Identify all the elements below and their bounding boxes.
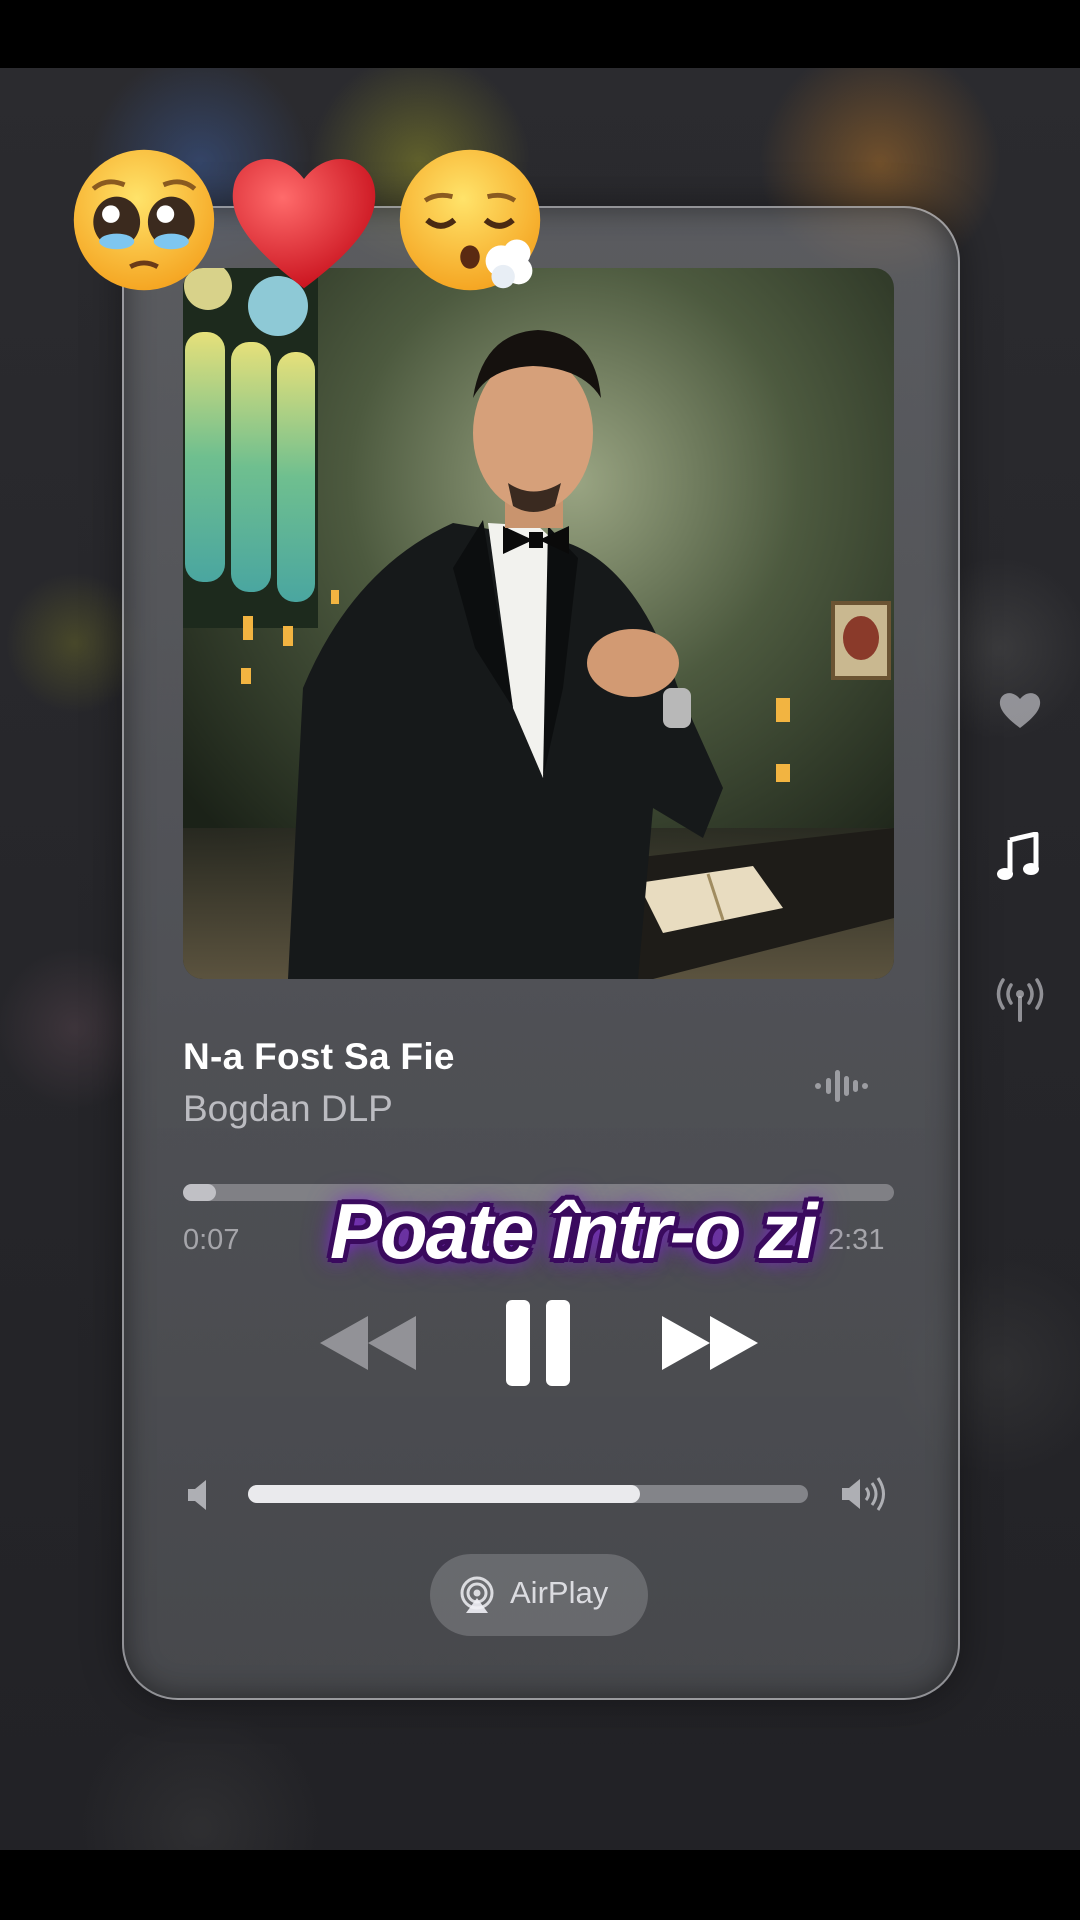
antenna-icon[interactable] xyxy=(994,978,1046,1022)
heart-icon[interactable] xyxy=(998,690,1042,730)
volume-slider-fill xyxy=(248,1485,640,1503)
song-title: N-a Fost Sa Fie xyxy=(183,1036,455,1077)
music-note-icon[interactable] xyxy=(996,832,1040,882)
rewind-icon xyxy=(320,1316,416,1370)
emoji-overlay xyxy=(66,140,546,300)
waveform-icon xyxy=(815,1070,868,1102)
volume-slider[interactable] xyxy=(248,1485,808,1503)
airplay-button[interactable]: AirPlay xyxy=(430,1554,648,1636)
album-artwork xyxy=(183,268,894,979)
airplay-label: AirPlay xyxy=(510,1575,609,1610)
fast-forward-icon xyxy=(662,1316,758,1370)
artist-name[interactable]: Bogdan DLP xyxy=(183,1088,393,1130)
total-time: 2:31 xyxy=(828,1224,885,1256)
lyric-caption: Poate într-o zi xyxy=(330,1187,818,1275)
elapsed-time: 0:07 xyxy=(183,1224,240,1256)
screen: N-a Fost Sa Fie Bogdan DLP 0:07 2:31 Poa… xyxy=(0,0,1080,1920)
airplay-icon xyxy=(460,1576,494,1613)
volume-high-icon xyxy=(842,1477,885,1511)
volume-low-icon xyxy=(188,1480,206,1510)
pause-button[interactable] xyxy=(504,1298,572,1388)
playback-progress-fill xyxy=(183,1184,216,1201)
rewind-button[interactable] xyxy=(318,1312,418,1374)
pleading-face-icon xyxy=(73,149,215,291)
pause-icon xyxy=(506,1300,570,1386)
fast-forward-button[interactable] xyxy=(660,1312,760,1374)
red-heart-icon xyxy=(232,159,376,289)
sleepy-face-icon xyxy=(399,149,541,291)
